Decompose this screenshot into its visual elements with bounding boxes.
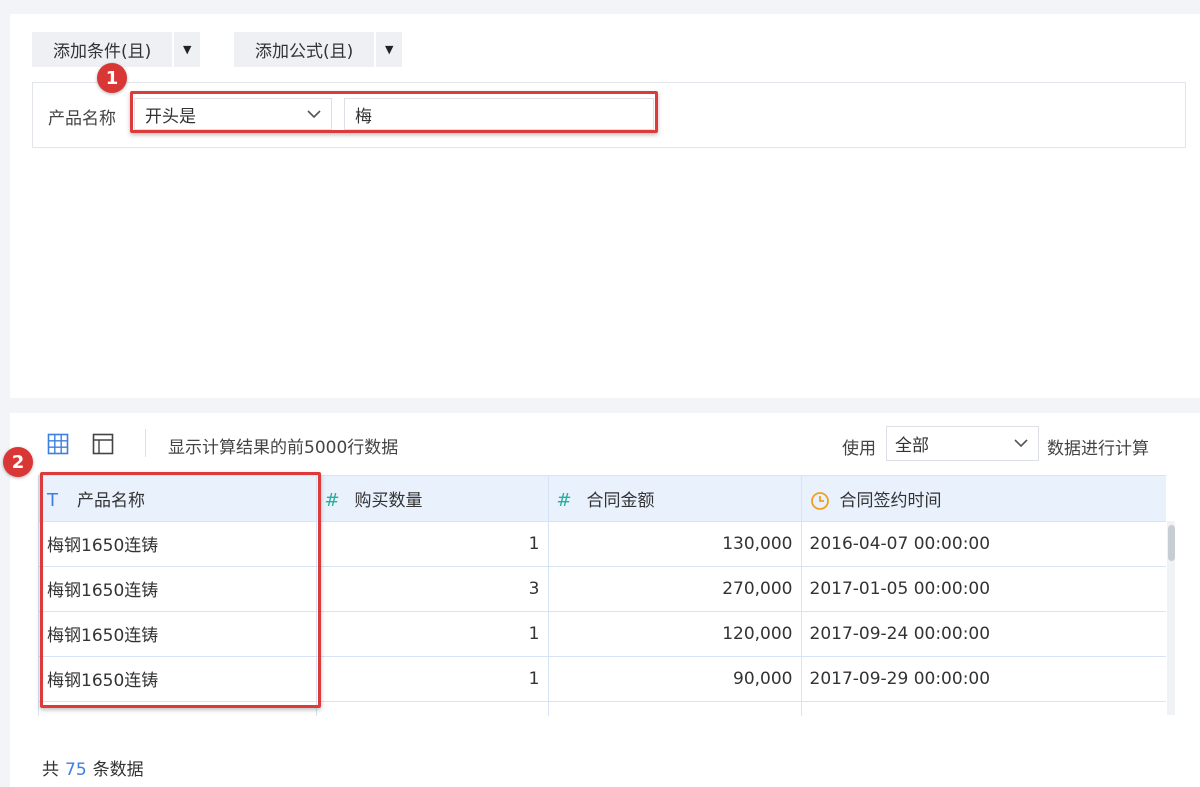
table-cell: 270,000	[548, 566, 802, 612]
data-scope-select[interactable]: 全部	[886, 426, 1039, 461]
table-cell: 120,000	[548, 611, 802, 657]
table-cell: 1	[316, 656, 549, 702]
add-condition-group: 添加条件(且) ▼	[32, 32, 201, 67]
filter-panel: 添加条件(且) ▼ 添加公式(且) ▼ 产品名称 开头是 梅	[10, 14, 1200, 398]
add-condition-dropdown[interactable]: ▼	[174, 32, 201, 67]
table-cell: 1	[316, 611, 549, 657]
table-scrollbar-thumb[interactable]	[1168, 525, 1175, 561]
number-type-icon: #	[324, 489, 340, 511]
annotation-badge-1: 1	[97, 63, 127, 93]
add-condition-button[interactable]: 添加条件(且)	[32, 32, 173, 67]
date-type-icon	[810, 490, 836, 511]
chevron-down-icon	[1014, 439, 1028, 448]
table-view-icon[interactable]	[47, 433, 69, 455]
number-type-icon: #	[556, 489, 572, 511]
table-cell: 90,000	[548, 656, 802, 702]
table-cell: 2017-09-24 00:00:00	[801, 611, 1166, 657]
table-cell: 2017-01-05 00:00:00	[801, 566, 1166, 612]
annotation-badge-2: 2	[3, 447, 33, 477]
table-cell: 130,000	[548, 521, 802, 567]
table-cell: 2016-04-07 00:00:00	[801, 521, 1166, 567]
highlight-box-product-column	[40, 472, 321, 708]
table-cell	[801, 701, 1166, 716]
data-scope-value: 全部	[895, 436, 929, 456]
calc-label: 数据进行计算	[1047, 439, 1149, 459]
column-header-amount[interactable]: # 合同金额	[548, 476, 802, 522]
column-header-sign-date[interactable]: 合同签约时间	[801, 476, 1166, 522]
layout-view-icon[interactable]	[92, 433, 114, 455]
table-cell: 2017-09-29 00:00:00	[801, 656, 1166, 702]
use-label: 使用	[842, 439, 876, 459]
toolbar-divider	[145, 429, 146, 457]
column-header-quantity[interactable]: # 购买数量	[316, 476, 549, 522]
caret-down-icon: ▼	[183, 43, 192, 56]
condition-field-label: 产品名称	[48, 109, 116, 129]
highlight-box-condition	[130, 91, 658, 133]
table-cell	[316, 701, 549, 716]
table-cell: 3	[316, 566, 549, 612]
record-count: 共 75 条数据	[42, 760, 144, 780]
record-count-value: 75	[65, 760, 87, 780]
add-formula-group: 添加公式(且) ▼	[234, 32, 403, 67]
table-cell	[548, 701, 802, 716]
add-formula-dropdown[interactable]: ▼	[376, 32, 403, 67]
caret-down-icon: ▼	[385, 43, 394, 56]
table-cell: 1	[316, 521, 549, 567]
row-limit-info: 显示计算结果的前5000行数据	[168, 438, 399, 458]
add-formula-button[interactable]: 添加公式(且)	[234, 32, 375, 67]
